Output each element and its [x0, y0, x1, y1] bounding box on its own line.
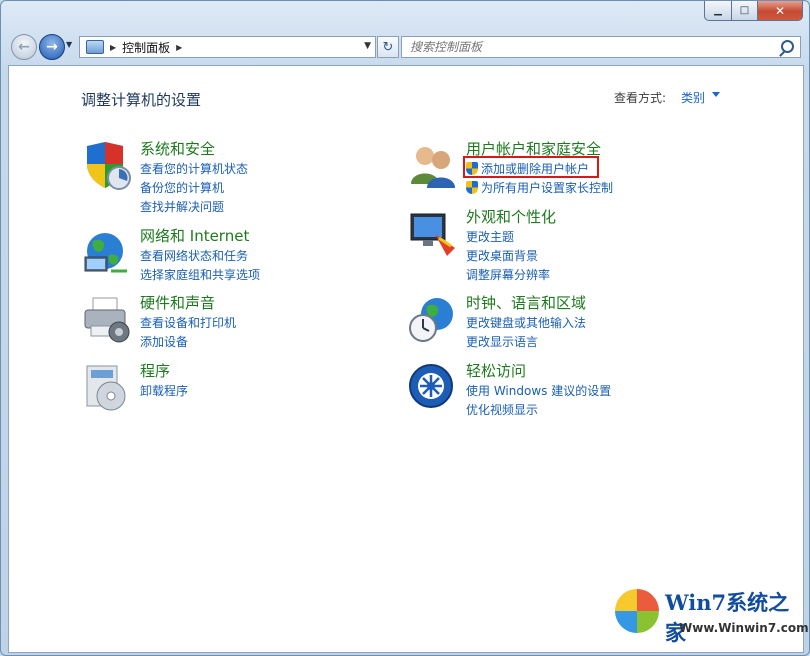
link-windows-suggested-settings[interactable]: 使用 Windows 建议的设置: [466, 382, 611, 399]
link-network-status[interactable]: 查看网络状态和任务: [140, 247, 248, 264]
category-appearance: 外观和个性化 更改主题 更改桌面背景 调整屏幕分辨率: [407, 206, 747, 282]
minimize-button[interactable]: ▁: [704, 1, 732, 21]
close-button[interactable]: ✕: [758, 1, 803, 21]
category-title[interactable]: 程序: [140, 360, 170, 381]
category-title[interactable]: 外观和个性化: [466, 206, 556, 227]
category-ease-of-access: 轻松访问 使用 Windows 建议的设置 优化视频显示: [407, 360, 747, 418]
view-by-label: 查看方式:: [614, 91, 667, 105]
category-hardware-sound: 硬件和声音 查看设备和打印机 添加设备: [81, 292, 381, 352]
category-title[interactable]: 系统和安全: [140, 138, 215, 159]
link-desktop-background[interactable]: 更改桌面背景: [466, 247, 538, 264]
monitor-paint-icon[interactable]: [407, 208, 459, 260]
link-devices-printers[interactable]: 查看设备和打印机: [140, 314, 236, 331]
address-dropdown-icon[interactable]: ▼: [364, 41, 371, 51]
link-homegroup-sharing[interactable]: 选择家庭组和共享选项: [140, 266, 260, 283]
search-icon[interactable]: [781, 40, 794, 53]
control-panel-icon: [86, 40, 104, 54]
category-clock-language-region: 时钟、语言和区域 更改键盘或其他输入法 更改显示语言: [407, 292, 747, 352]
shield-icon[interactable]: [81, 140, 133, 192]
link-troubleshoot[interactable]: 查找并解决问题: [140, 198, 224, 215]
category-title[interactable]: 轻松访问: [466, 360, 526, 381]
link-add-device[interactable]: 添加设备: [140, 333, 188, 350]
watermark: Win7系统之家 Www.Winwin7.com: [609, 579, 809, 649]
link-screen-resolution[interactable]: 调整屏幕分辨率: [466, 266, 550, 283]
link-view-computer-status[interactable]: 查看您的计算机状态: [140, 160, 248, 177]
link-display-language[interactable]: 更改显示语言: [466, 333, 538, 350]
windows-logo-icon: [615, 589, 659, 633]
window-frame: ▁ □ ✕ ← → ▼ ▶ 控制面板 ▶ ▼ ↻ 调整计算机的设置 查看方式: …: [0, 0, 810, 656]
content-pane: 调整计算机的设置 查看方式: 类别 系统和安全 查看您的计算机状态 备份您的计算…: [8, 65, 804, 653]
link-optimize-display[interactable]: 优化视频显示: [466, 401, 538, 418]
category-programs: 程序 卸载程序: [81, 360, 381, 416]
category-network-internet: 网络和 Internet 查看网络状态和任务 选择家庭组和共享选项: [81, 225, 381, 285]
category-system-security: 系统和安全 查看您的计算机状态 备份您的计算机 查找并解决问题: [81, 138, 381, 214]
category-title[interactable]: 网络和 Internet: [140, 225, 249, 246]
category-title[interactable]: 硬件和声音: [140, 292, 215, 313]
uac-shield-icon: [466, 181, 478, 194]
users-icon[interactable]: [407, 140, 459, 192]
maximize-button[interactable]: □: [732, 1, 758, 21]
search-box[interactable]: [401, 36, 801, 58]
forward-button[interactable]: →: [39, 34, 65, 60]
network-globe-icon[interactable]: [81, 227, 133, 279]
refresh-button[interactable]: ↻: [377, 36, 399, 58]
caption-buttons: ▁ □ ✕: [704, 1, 803, 21]
link-parental-controls[interactable]: 为所有用户设置家长控制: [466, 179, 613, 196]
navigation-bar: ← → ▼ ▶ 控制面板 ▶ ▼ ↻: [7, 33, 801, 61]
category-title[interactable]: 时钟、语言和区域: [466, 292, 586, 313]
link-keyboard-input[interactable]: 更改键盘或其他输入法: [466, 314, 586, 331]
link-backup-computer[interactable]: 备份您的计算机: [140, 179, 224, 196]
back-button[interactable]: ←: [11, 34, 37, 60]
view-by-dropdown[interactable]: 类别: [681, 89, 705, 106]
breadcrumb-control-panel[interactable]: 控制面板: [122, 39, 170, 56]
search-input[interactable]: [408, 37, 752, 57]
highlight-box: [463, 156, 599, 178]
link-change-theme[interactable]: 更改主题: [466, 228, 514, 245]
watermark-url: Www.Winwin7.com: [679, 621, 809, 635]
breadcrumb-separator-icon[interactable]: ▶: [110, 43, 116, 52]
clock-globe-icon[interactable]: [407, 294, 459, 346]
link-uninstall-program[interactable]: 卸载程序: [140, 382, 188, 399]
printer-icon[interactable]: [81, 294, 133, 346]
ease-of-access-icon[interactable]: [407, 362, 459, 414]
watermark-title: Win7系统之家: [665, 590, 790, 645]
recent-pages-dropdown[interactable]: ▼: [66, 40, 76, 52]
chevron-down-icon[interactable]: [712, 92, 720, 97]
page-title: 调整计算机的设置: [81, 91, 202, 109]
breadcrumb-separator-icon[interactable]: ▶: [176, 43, 182, 52]
address-bar[interactable]: ▶ 控制面板 ▶ ▼: [79, 36, 376, 58]
program-disc-icon[interactable]: [81, 362, 133, 414]
